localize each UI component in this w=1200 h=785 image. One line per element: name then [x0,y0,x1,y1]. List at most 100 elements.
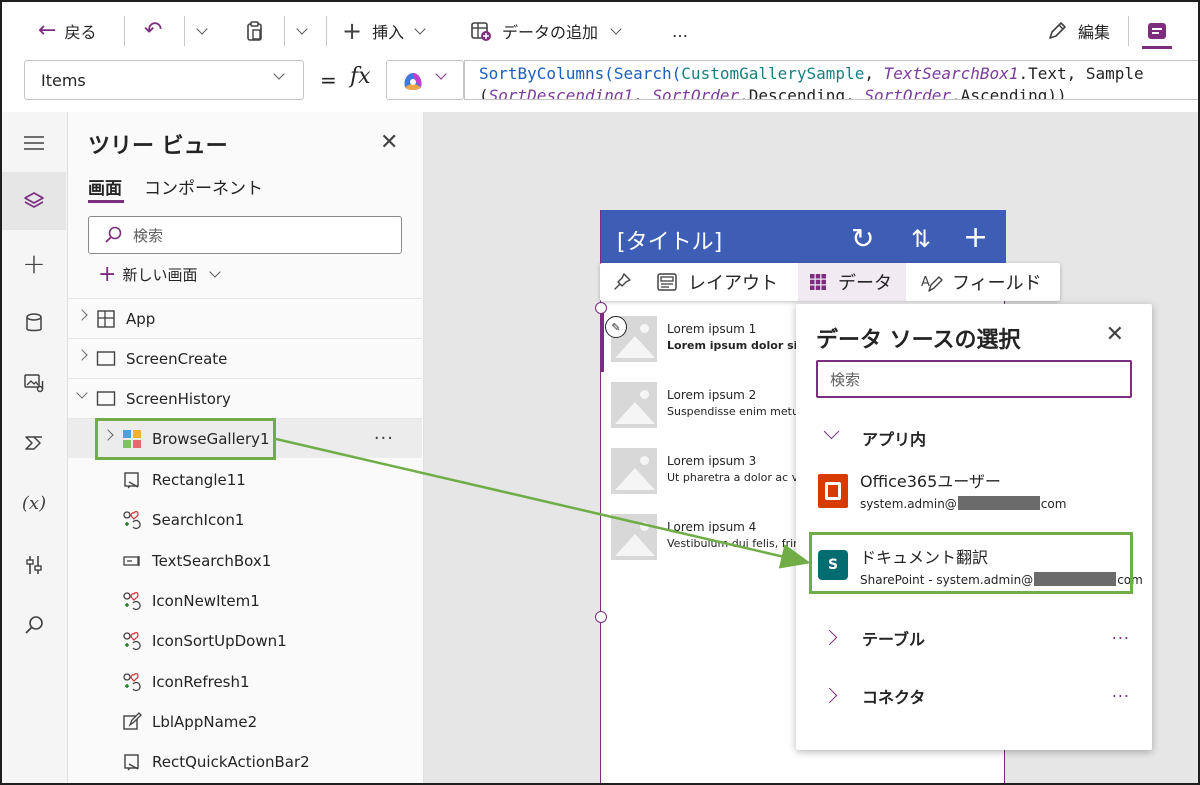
toolbar-divider [284,16,285,46]
more-commands-button[interactable]: … [672,14,688,48]
tree-node-lblappname2[interactable]: LblAppName2 [68,702,422,742]
data-source-document-translation[interactable]: S ドキュメント翻訳 SharePoint - system.admin@ com [816,540,1143,600]
power-automate-icon [25,436,42,450]
tab-screens[interactable]: 画面 [88,174,122,199]
design-canvas[interactable]: [タイトル] ↻ ⇅ + Lorem ipsum 1 Lorem ipsum do… [424,112,1198,783]
section-tables[interactable]: テーブル [862,626,925,650]
data-source-search-input[interactable]: 検索 [816,360,1132,398]
chevron-right-icon[interactable] [821,687,838,704]
resize-handle[interactable] [595,611,607,623]
media-rail-button[interactable] [2,354,66,412]
chevron-right-icon[interactable] [76,309,88,321]
menu-button[interactable] [2,114,66,172]
more-icon: … [672,21,688,41]
pin-button[interactable] [612,263,632,301]
chevron-right-icon[interactable] [76,349,88,361]
layout-icon [657,273,677,291]
undo-dropdown[interactable] [196,14,208,48]
tree-node-label: SearchIcon1 [152,511,245,530]
tree-node-rectquickactionbar2[interactable]: RectQuickActionBar2 [68,742,422,782]
sort-up-down-icon[interactable]: ⇅ [911,225,931,253]
more-options-icon[interactable]: ··· [374,428,394,449]
tree-node-label: IconNewItem1 [152,591,260,610]
formula-token: .Ascending)) [951,86,1067,100]
tree-node-iconsortupdown1[interactable]: IconSortUpDown1 [68,621,422,661]
variables-rail-button[interactable]: (x) [2,474,66,532]
tree-node-label: BrowseGallery1 [152,429,270,448]
connectors-more-icon[interactable]: ... [1112,682,1130,701]
chevron-down-icon[interactable] [76,387,88,399]
tree-node-browsegallery1[interactable]: BrowseGallery1 ··· [68,418,422,458]
section-connectors[interactable]: コネクタ [862,684,925,708]
data-source-office365[interactable]: Office365ユーザー system.admin@ com [816,464,1132,524]
search-icon [105,226,122,243]
app-title-label[interactable]: [タイトル] [617,224,722,256]
toolbar-divider [124,16,125,46]
undo-button[interactable]: ↶ [144,14,162,48]
formula-editor[interactable]: SortByColumns(Search(CustomGallerySample… [464,60,1198,100]
chevron-down-icon [296,22,308,35]
refresh-icon[interactable]: ↻ [851,222,874,255]
tree-view-panel: ツリー ビュー ✕ 画面 コンポーネント 検索 + 新しい画面 App Scre… [68,112,424,783]
tables-more-icon[interactable]: ... [1112,624,1130,643]
property-select[interactable]: Items [24,60,304,100]
paste-dropdown[interactable] [296,14,308,48]
tree-node-app[interactable]: App [68,298,422,338]
tree-node-textsearchbox1[interactable]: TextSearchBox1 [68,541,422,581]
tree-node-screencreate[interactable]: ScreenCreate [68,338,422,378]
tree-search-input[interactable]: 検索 [88,216,402,254]
section-in-app[interactable]: アプリ内 [862,426,926,450]
layout-button[interactable]: レイアウト [656,263,778,301]
insert-button[interactable]: + 挿入 [342,14,426,48]
gallery-item-subtitle: Vestibulum dui felis, fringill [667,537,817,550]
add-data-button[interactable]: データの追加 [470,14,622,48]
gallery-item-title: Lorem ipsum 4 [667,520,757,534]
formula-token: ( [479,86,489,100]
copilot-button[interactable] [386,60,464,100]
power-automate-rail-button[interactable] [2,414,66,472]
icon-icon [122,591,142,611]
search-rail-button[interactable] [2,596,66,654]
edit-label: 編集 [1078,23,1111,42]
formula-token: , [864,64,884,83]
formula-line-1: SortByColumns(Search(CustomGallerySample… [479,63,1198,85]
new-screen-button[interactable]: + 新しい画面 [98,261,222,287]
fields-button[interactable]: A フィールド [920,263,1042,301]
data-source-title: データ ソースの選択 [816,328,1021,353]
fx-icon[interactable]: fx [350,64,371,89]
tab-components[interactable]: コンポーネント [144,174,263,199]
app-checker-button[interactable] [1146,14,1168,48]
insert-rail-button[interactable]: + [2,234,66,292]
advanced-tools-rail-button[interactable] [2,536,66,594]
resize-handle[interactable] [595,302,607,314]
tree-node-iconnewitem1[interactable]: IconNewItem1 [68,581,422,621]
paste-button[interactable] [244,14,266,48]
back-button[interactable]: ← 戻る [38,14,96,48]
copilot-icon [404,73,422,90]
chevron-down-icon[interactable] [823,423,840,440]
tree-node-screenhistory[interactable]: ScreenHistory [68,378,422,418]
tree-node-rectangle11[interactable]: Rectangle11 [68,460,422,500]
chevron-right-icon[interactable] [821,629,838,646]
search-icon [25,616,43,634]
tree-search-placeholder: 検索 [133,226,164,245]
app-checker-underline [1142,46,1172,49]
plus-icon: + [98,261,117,287]
tree-node-label: ScreenHistory [126,389,231,408]
close-data-panel-button[interactable]: ✕ [1106,322,1124,347]
tree-node-searchicon1[interactable]: SearchIcon1 [68,500,422,540]
new-item-icon[interactable]: + [963,220,988,255]
close-tree-view-button[interactable]: ✕ [380,130,398,155]
pin-icon [614,273,631,290]
toolbar-divider [326,16,327,46]
tree-view-button[interactable] [2,172,66,230]
arrow-left-icon: ← [38,18,57,43]
account-suffix: com [1117,573,1143,587]
edit-gallery-icon[interactable]: ✎ [605,316,627,338]
data-rail-button[interactable] [2,294,66,352]
tree-node-iconrefresh1[interactable]: IconRefresh1 [68,662,422,702]
fields-label: フィールド [952,273,1042,294]
chevron-right-icon[interactable] [102,429,114,441]
data-button[interactable]: データ [798,263,906,301]
edit-button[interactable]: 編集 [1046,14,1110,48]
